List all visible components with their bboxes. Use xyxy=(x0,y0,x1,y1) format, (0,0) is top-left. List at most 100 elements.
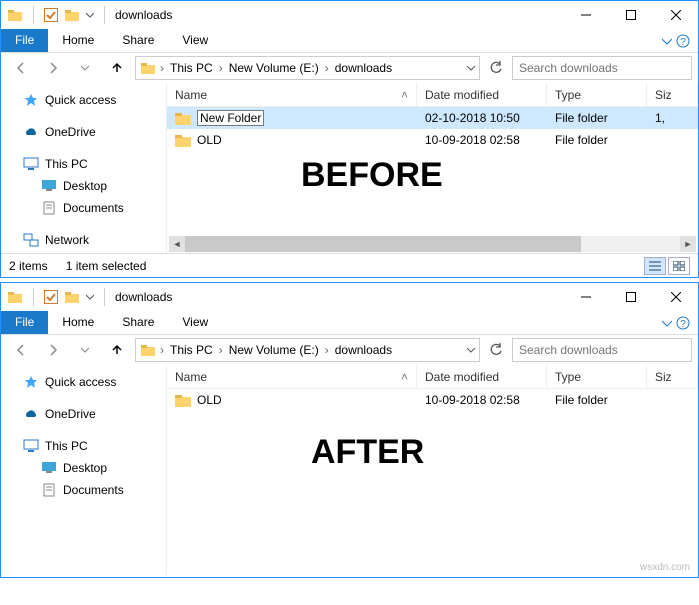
breadcrumb-dropdown-icon[interactable] xyxy=(467,64,475,72)
tab-home[interactable]: Home xyxy=(48,311,108,334)
search-box[interactable] xyxy=(512,56,692,80)
maximize-button[interactable] xyxy=(608,1,653,29)
qat-checkbox-icon[interactable] xyxy=(44,290,58,304)
close-button[interactable] xyxy=(653,283,698,311)
view-details-button[interactable] xyxy=(644,257,666,275)
tab-share[interactable]: Share xyxy=(108,29,168,52)
folder-icon xyxy=(175,111,191,125)
file-date: 10-09-2018 02:58 xyxy=(417,393,547,407)
minimize-button[interactable] xyxy=(563,1,608,29)
scroll-thumb[interactable] xyxy=(185,236,581,252)
status-selection: 1 item selected xyxy=(66,259,147,273)
app-icon xyxy=(7,7,23,23)
horizontal-scrollbar[interactable]: ◄ ► xyxy=(167,235,698,253)
nav-recent-dropdown[interactable] xyxy=(71,338,99,362)
nav-forward[interactable] xyxy=(39,56,67,80)
chevron-right-icon[interactable]: › xyxy=(158,61,166,75)
search-input[interactable] xyxy=(519,343,685,357)
qat-folder-icon[interactable] xyxy=(64,7,80,23)
close-button[interactable] xyxy=(653,1,698,29)
tab-view[interactable]: View xyxy=(168,29,222,52)
minimize-button[interactable] xyxy=(563,283,608,311)
sidebar-item-desktop[interactable]: Desktop xyxy=(1,457,166,479)
sidebar-item-documents[interactable]: Documents xyxy=(1,197,166,219)
file-row[interactable]: OLD 10-09-2018 02:58 File folder xyxy=(167,129,698,151)
sidebar-item-this-pc[interactable]: This PC xyxy=(1,153,166,175)
column-size[interactable]: Siz xyxy=(647,83,698,106)
maximize-button[interactable] xyxy=(608,283,653,311)
chevron-right-icon[interactable]: › xyxy=(323,61,331,75)
ribbon: File Home Share View ? xyxy=(1,29,698,53)
file-row[interactable]: New Folder 02-10-2018 10:50 File folder … xyxy=(167,107,698,129)
search-box[interactable] xyxy=(512,338,692,362)
star-icon xyxy=(23,374,39,390)
crumb-volume[interactable]: New Volume (E:) xyxy=(225,343,323,357)
breadcrumb-dropdown-icon[interactable] xyxy=(467,346,475,354)
ribbon-expand[interactable]: ? xyxy=(654,311,698,334)
qat-dropdown-icon[interactable] xyxy=(86,289,94,305)
column-name[interactable]: Name˄ xyxy=(167,365,417,388)
breadcrumb[interactable]: › This PC › New Volume (E:) › downloads xyxy=(135,338,480,362)
nav-back[interactable] xyxy=(7,338,35,362)
qat-folder-icon[interactable] xyxy=(64,289,80,305)
column-type[interactable]: Type xyxy=(547,365,647,388)
chevron-right-icon[interactable]: › xyxy=(217,61,225,75)
crumb-this-pc[interactable]: This PC xyxy=(166,343,217,357)
breadcrumb[interactable]: › This PC › New Volume (E:) › downloads xyxy=(135,56,480,80)
nav-up[interactable] xyxy=(103,56,131,80)
column-type[interactable]: Type xyxy=(547,83,647,106)
sidebar-label: Desktop xyxy=(63,179,107,193)
column-date[interactable]: Date modified xyxy=(417,365,547,388)
sidebar-item-network[interactable]: Network xyxy=(1,229,166,251)
sidebar-item-this-pc[interactable]: This PC xyxy=(1,435,166,457)
view-icons-button[interactable] xyxy=(668,257,690,275)
scroll-left-button[interactable]: ◄ xyxy=(169,236,185,252)
navbar: › This PC › New Volume (E:) › downloads xyxy=(1,53,698,83)
file-name[interactable]: New Folder xyxy=(197,110,264,126)
sidebar-item-quick-access[interactable]: Quick access xyxy=(1,89,166,111)
sidebar-item-documents[interactable]: Documents xyxy=(1,479,166,501)
column-date[interactable]: Date modified xyxy=(417,83,547,106)
sidebar-item-onedrive[interactable]: OneDrive xyxy=(1,403,166,425)
tab-share[interactable]: Share xyxy=(108,311,168,334)
qat-dropdown-icon[interactable] xyxy=(86,7,94,23)
chevron-right-icon[interactable]: › xyxy=(217,343,225,357)
ribbon-expand[interactable]: ? xyxy=(654,29,698,52)
refresh-button[interactable] xyxy=(484,338,508,362)
tab-view[interactable]: View xyxy=(168,311,222,334)
column-name[interactable]: Name˄ xyxy=(167,83,417,106)
folder-icon xyxy=(175,393,191,407)
nav-back[interactable] xyxy=(7,56,35,80)
scroll-right-button[interactable]: ► xyxy=(680,236,696,252)
refresh-button[interactable] xyxy=(484,56,508,80)
crumb-this-pc[interactable]: This PC xyxy=(166,61,217,75)
tab-home[interactable]: Home xyxy=(48,29,108,52)
explorer-window-before: BEFORE downloads File Home Share View ? xyxy=(0,0,699,278)
nav-forward[interactable] xyxy=(39,338,67,362)
chevron-right-icon[interactable]: › xyxy=(158,343,166,357)
sort-asc-icon: ˄ xyxy=(401,88,408,102)
file-row[interactable]: OLD 10-09-2018 02:58 File folder xyxy=(167,389,698,411)
tab-file[interactable]: File xyxy=(1,29,48,52)
folder-icon xyxy=(175,133,191,147)
help-icon[interactable]: ? xyxy=(676,34,690,48)
nav-recent-dropdown[interactable] xyxy=(71,56,99,80)
column-headers: Name˄ Date modified Type Siz xyxy=(167,365,698,389)
sidebar-item-onedrive[interactable]: OneDrive xyxy=(1,121,166,143)
sidebar-label: OneDrive xyxy=(45,125,96,139)
scroll-track[interactable] xyxy=(185,236,680,252)
crumb-volume[interactable]: New Volume (E:) xyxy=(225,61,323,75)
help-icon[interactable]: ? xyxy=(676,316,690,330)
qat-checkbox-icon[interactable] xyxy=(44,8,58,22)
crumb-downloads[interactable]: downloads xyxy=(331,343,396,357)
ribbon: File Home Share View ? xyxy=(1,311,698,335)
crumb-downloads[interactable]: downloads xyxy=(331,61,396,75)
sidebar-label: OneDrive xyxy=(45,407,96,421)
search-input[interactable] xyxy=(519,61,685,75)
tab-file[interactable]: File xyxy=(1,311,48,334)
sidebar-item-desktop[interactable]: Desktop xyxy=(1,175,166,197)
column-size[interactable]: Siz xyxy=(647,365,698,388)
nav-up[interactable] xyxy=(103,338,131,362)
sidebar-item-quick-access[interactable]: Quick access xyxy=(1,371,166,393)
chevron-right-icon[interactable]: › xyxy=(323,343,331,357)
